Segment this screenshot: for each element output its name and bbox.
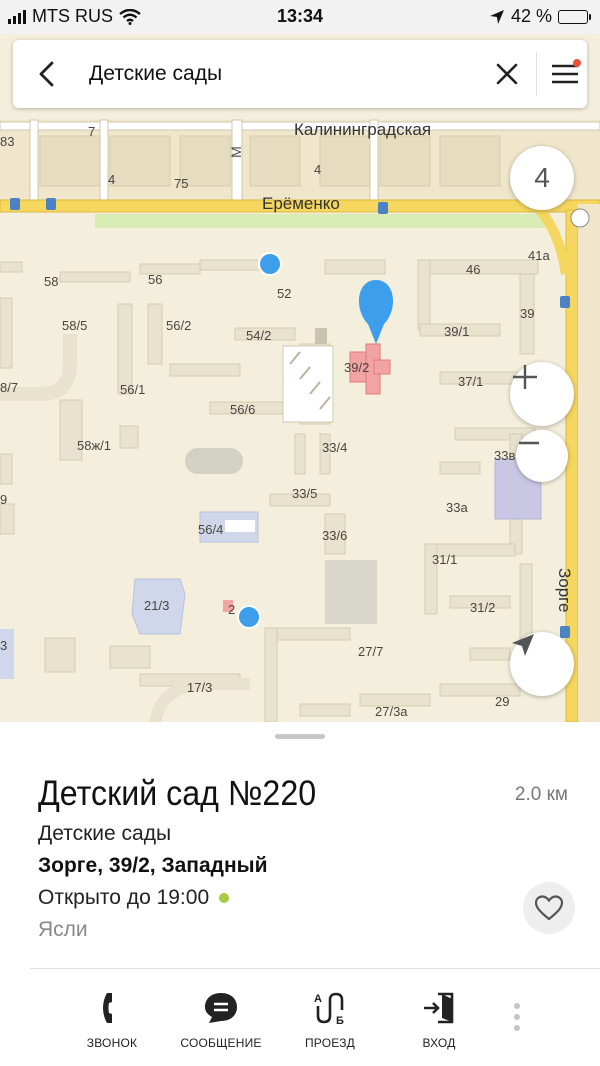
house-number: 56/4 bbox=[198, 522, 224, 537]
house-number: 33/4 bbox=[322, 440, 348, 455]
entrance-button[interactable]: ВХОД bbox=[389, 988, 489, 1050]
route-label: ПРОЕЗД bbox=[304, 1036, 355, 1050]
house-number: 8/7 bbox=[0, 380, 19, 395]
place-hours[interactable]: Открыто до 19:00 bbox=[38, 886, 230, 910]
house-number: 39/2 bbox=[344, 360, 370, 375]
house-number: 39/1 bbox=[444, 324, 470, 339]
house-number: 58ж/1 bbox=[77, 438, 111, 453]
house-number: 54/2 bbox=[246, 328, 272, 343]
house-number: 58 bbox=[44, 274, 59, 289]
zoom-out-button[interactable] bbox=[516, 430, 568, 482]
house-number: 17/3 bbox=[187, 680, 213, 695]
street-label-vertical: М bbox=[227, 146, 244, 158]
phone-icon bbox=[103, 993, 112, 1023]
place-extra-info: Ясли bbox=[38, 918, 88, 941]
minus-icon bbox=[519, 441, 539, 445]
svg-text:А: А bbox=[314, 993, 322, 1005]
place-card: Детский сад №220 2.0 км Детские сады Зор… bbox=[0, 722, 600, 1066]
house-number: 52 bbox=[277, 286, 292, 301]
street-label-kaliningradskaya: Калининградская bbox=[294, 120, 432, 139]
house-number: 3 bbox=[0, 638, 8, 653]
search-divider bbox=[536, 52, 537, 96]
place-category[interactable]: Детские сады bbox=[38, 822, 171, 846]
place-title: Детский сад №220 bbox=[38, 774, 317, 813]
house-number: 33в bbox=[494, 448, 516, 463]
house-number: 21/3 bbox=[144, 598, 170, 613]
street-label-eremenko: Ерёменко bbox=[262, 194, 340, 213]
svg-text:Б: Б bbox=[336, 1015, 344, 1026]
search-input[interactable] bbox=[89, 62, 469, 86]
sheet-divider bbox=[30, 968, 600, 969]
zoom-level-badge[interactable]: 4 bbox=[510, 146, 574, 210]
battery-icon bbox=[558, 9, 591, 24]
house-number: 41а bbox=[528, 248, 550, 263]
house-number: 83 bbox=[0, 134, 15, 149]
plus-icon bbox=[513, 365, 537, 389]
call-button[interactable]: ЗВОНОК bbox=[62, 988, 162, 1050]
battery-percent: 42 % bbox=[510, 6, 552, 26]
navigation-arrow-icon bbox=[512, 634, 534, 656]
house-number: 56/1 bbox=[120, 382, 146, 397]
route-icon: А Б bbox=[314, 992, 344, 1026]
house-number: 9 bbox=[0, 492, 8, 507]
house-number: 37/1 bbox=[458, 374, 484, 389]
house-number: 31/1 bbox=[432, 552, 458, 567]
sheet-drag-handle[interactable] bbox=[275, 734, 325, 739]
more-options-icon[interactable] bbox=[507, 1000, 527, 1040]
hours-text: Открыто до 19:00 bbox=[38, 886, 210, 909]
house-number: 75 bbox=[174, 176, 189, 191]
map-view[interactable]: Калининградская Ерёменко Зорге М 83 7 4 … bbox=[0, 34, 600, 722]
place-distance: 2.0 км bbox=[514, 784, 568, 805]
house-number: 33/5 bbox=[292, 486, 318, 501]
heart-icon bbox=[535, 895, 563, 921]
house-number: 4 bbox=[314, 162, 322, 177]
house-number: 33а bbox=[446, 500, 468, 515]
back-arrow-icon[interactable] bbox=[31, 58, 63, 90]
entrance-label: ВХОД bbox=[422, 1036, 456, 1050]
house-number: 33/6 bbox=[322, 528, 348, 543]
house-number: 58/5 bbox=[62, 318, 88, 333]
zoom-in-button[interactable] bbox=[510, 362, 574, 426]
action-bar: ЗВОНОК СООБЩЕНИЕ А Б ПРОЕЗД ВХОД bbox=[0, 980, 600, 1066]
house-number: 7 bbox=[88, 124, 96, 139]
place-address: Зорге, 39/2, Западный bbox=[38, 854, 268, 877]
location-arrow-icon bbox=[489, 9, 504, 24]
favorite-button[interactable] bbox=[523, 882, 575, 934]
house-number: 46 bbox=[466, 262, 481, 277]
status-right: 42 % bbox=[489, 6, 591, 27]
house-number: 39 bbox=[520, 306, 535, 321]
house-number: 56 bbox=[148, 272, 163, 287]
house-number: 27/7 bbox=[358, 644, 384, 659]
street-label-zorge: Зорге bbox=[555, 568, 574, 613]
search-bar bbox=[13, 40, 587, 108]
message-icon bbox=[205, 993, 237, 1023]
house-number: 27/3а bbox=[375, 704, 408, 719]
message-button[interactable]: СООБЩЕНИЕ bbox=[171, 988, 271, 1050]
status-bar: MTS RUS 13:34 42 % bbox=[0, 0, 600, 34]
menu-icon[interactable] bbox=[549, 58, 581, 90]
entrance-icon bbox=[424, 992, 454, 1024]
house-number: 31/2 bbox=[470, 600, 496, 615]
house-number: 56/6 bbox=[230, 402, 256, 417]
house-number: 56/2 bbox=[166, 318, 192, 333]
house-number: 29 bbox=[495, 694, 510, 709]
open-status-dot bbox=[219, 893, 230, 903]
house-number: 2 bbox=[228, 602, 236, 617]
house-number: 4 bbox=[108, 172, 116, 187]
route-button[interactable]: А Б ПРОЕЗД bbox=[280, 988, 380, 1050]
clear-icon[interactable] bbox=[491, 58, 523, 90]
my-location-button[interactable] bbox=[510, 632, 574, 696]
message-label: СООБЩЕНИЕ bbox=[180, 1036, 262, 1050]
call-label: ЗВОНОК bbox=[86, 1036, 138, 1050]
